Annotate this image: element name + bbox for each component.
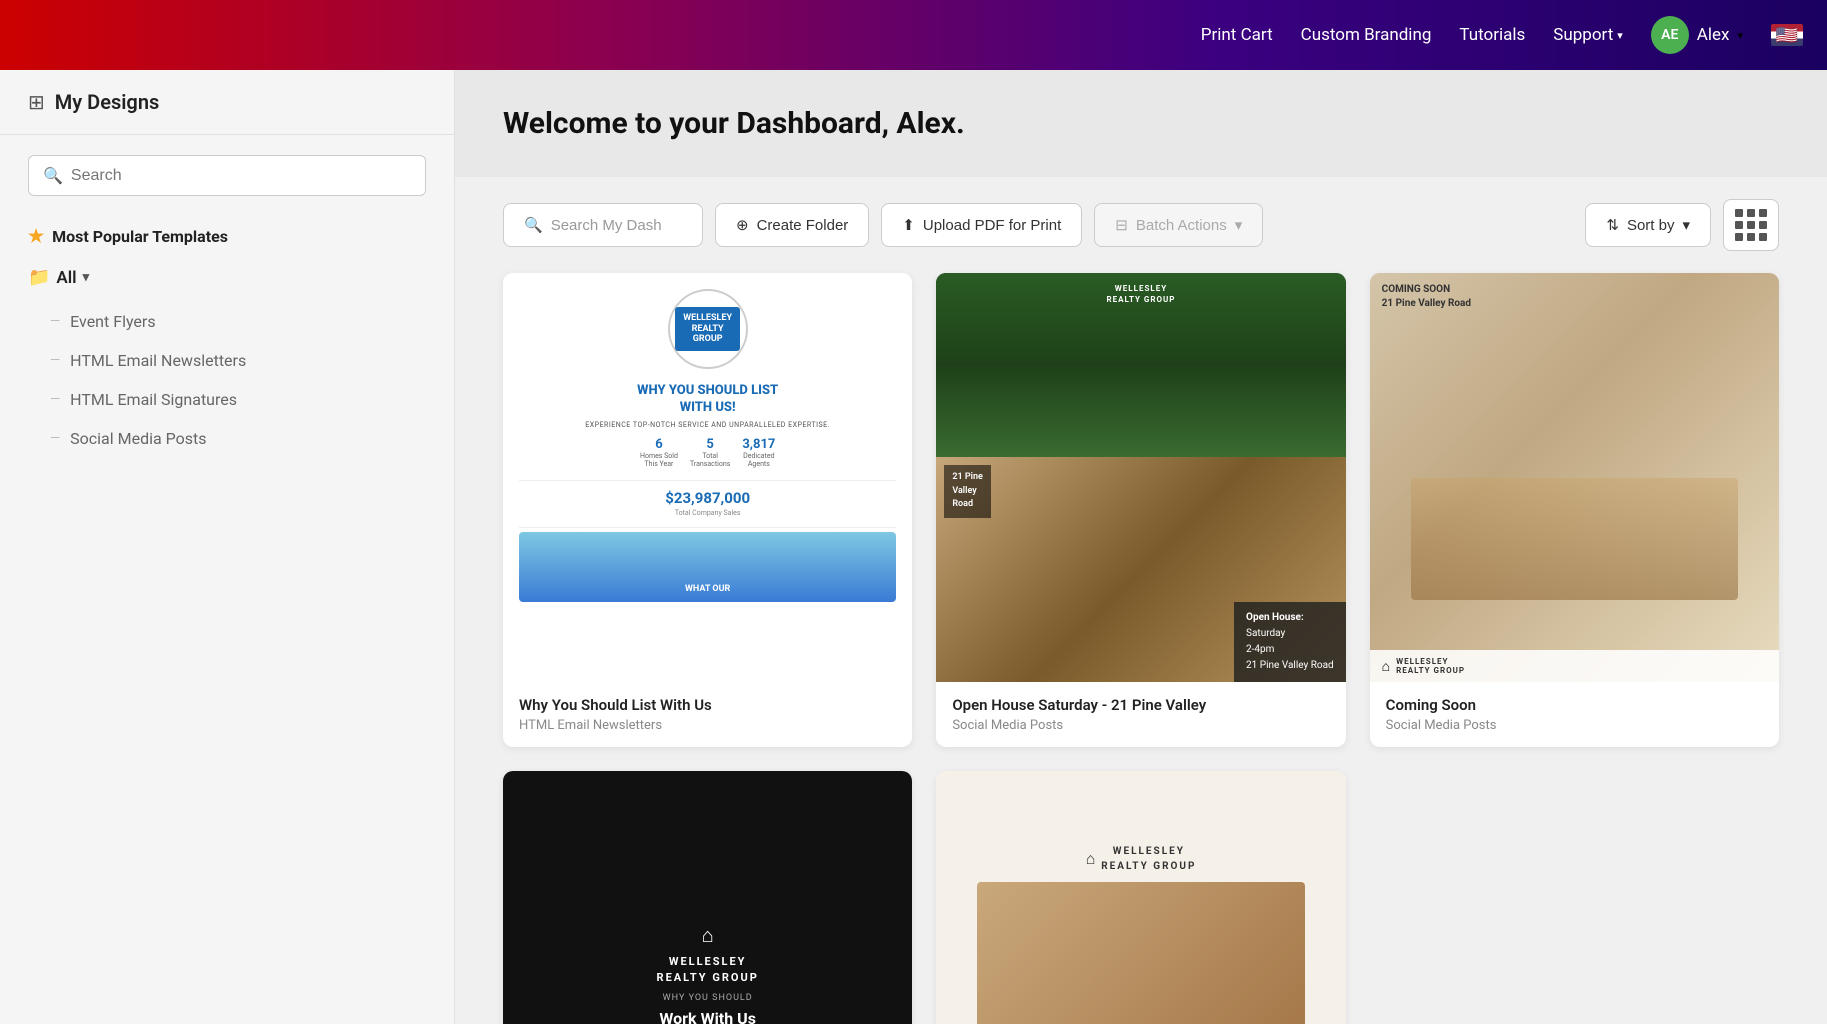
create-folder-icon: ⊕ <box>736 216 749 234</box>
html-email-signatures-label: HTML Email Signatures <box>70 390 237 409</box>
design-card-work-with-us[interactable]: ⌂ WELLESLEYREALTY GROUP WHY YOU SHOULD W… <box>503 771 912 1024</box>
all-label: All <box>56 268 76 288</box>
custom-branding-link[interactable]: Custom Branding <box>1301 25 1432 45</box>
search-box[interactable]: 🔍 <box>28 155 426 196</box>
folder-icon: 📁 <box>28 267 50 288</box>
design-card-email[interactable]: WELLESLEYREALTYGROUP WHY YOU SHOULD LIST… <box>503 273 912 747</box>
welcome-heading: Welcome to your Dashboard, Alex. <box>503 106 1779 141</box>
tutorials-link[interactable]: Tutorials <box>1459 25 1525 45</box>
social-media-posts-label: Social Media Posts <box>70 429 206 448</box>
grid-icon: ⊞ <box>28 90 45 114</box>
event-flyers-label: Event Flyers <box>70 312 155 331</box>
batch-icon: ⊟ <box>1115 216 1128 234</box>
design-thumb-open-house: WELLESLEYREALTY GROUP 21 PineValleyRoad … <box>936 273 1345 682</box>
main-layout: ⊞ My Designs 🔍 ★ Most Popular Templates … <box>0 70 1827 1024</box>
design-card-open-house[interactable]: WELLESLEYREALTY GROUP 21 PineValleyRoad … <box>936 273 1345 747</box>
language-flag-icon[interactable]: 🇺🇸 <box>1771 24 1803 46</box>
design-info-open-house: Open House Saturday - 21 Pine Valley Soc… <box>936 682 1345 747</box>
sidebar-item-social-media-posts[interactable]: Social Media Posts <box>50 419 454 458</box>
designs-grid: WELLESLEYREALTYGROUP WHY YOU SHOULD LIST… <box>455 273 1827 1024</box>
sidebar-item-event-flyers[interactable]: Event Flyers <box>50 302 454 341</box>
design-thumb-feature: ⌂ WELLESLEYREALTY GROUP <box>936 771 1345 1024</box>
sort-by-label: Sort by <box>1627 217 1675 234</box>
support-label: Support <box>1553 25 1613 45</box>
username-label: Alex <box>1697 25 1730 45</box>
user-chevron-icon: ▾ <box>1737 29 1743 42</box>
sidebar-search-area: 🔍 <box>0 135 454 216</box>
welcome-banner: Welcome to your Dashboard, Alex. <box>455 70 1827 177</box>
sidebar-title: My Designs <box>55 90 160 114</box>
search-my-dash-button[interactable]: 🔍 Search My Dash <box>503 203 703 247</box>
header-nav: Print Cart Custom Branding Tutorials Sup… <box>1201 16 1803 54</box>
batch-actions-button[interactable]: ⊟ Batch Actions ▾ <box>1094 203 1263 247</box>
user-menu[interactable]: AE Alex ▾ <box>1651 16 1743 54</box>
design-card-feature[interactable]: ⌂ WELLESLEYREALTY GROUP Wellesley Featur… <box>936 771 1345 1024</box>
batch-chevron-icon: ▾ <box>1235 216 1243 234</box>
design-title-email: Why You Should List With Us <box>519 696 896 714</box>
search-icon: 🔍 <box>43 166 63 185</box>
sort-by-button[interactable]: ⇅ Sort by ▾ <box>1585 203 1711 247</box>
design-info-email: Why You Should List With Us HTML Email N… <box>503 682 912 747</box>
search-my-dash-label: Search My Dash <box>551 217 662 234</box>
design-category-open-house: Social Media Posts <box>952 718 1329 733</box>
most-popular-label: Most Popular Templates <box>52 227 228 246</box>
search-input[interactable] <box>71 167 411 185</box>
design-category-coming-soon: Social Media Posts <box>1386 718 1763 733</box>
print-cart-link[interactable]: Print Cart <box>1201 25 1273 45</box>
main-content: Welcome to your Dashboard, Alex. 🔍 Searc… <box>455 70 1827 1024</box>
sidebar-item-html-email-newsletters[interactable]: HTML Email Newsletters <box>50 341 454 380</box>
upload-pdf-label: Upload PDF for Print <box>923 217 1061 234</box>
avatar: AE <box>1651 16 1689 54</box>
design-card-coming-soon[interactable]: COMING SOON21 Pine Valley Road ⌂ WELLESL… <box>1370 273 1779 747</box>
sidebar-header: ⊞ My Designs <box>0 70 454 135</box>
support-chevron-icon: ▾ <box>1617 29 1623 42</box>
create-folder-label: Create Folder <box>757 217 849 234</box>
design-thumb-work-with-us: ⌂ WELLESLEYREALTY GROUP WHY YOU SHOULD W… <box>503 771 912 1024</box>
star-icon: ★ <box>28 226 44 247</box>
design-title-open-house: Open House Saturday - 21 Pine Valley <box>952 696 1329 714</box>
design-thumb-email: WELLESLEYREALTYGROUP WHY YOU SHOULD LIST… <box>503 273 912 682</box>
create-folder-button[interactable]: ⊕ Create Folder <box>715 203 869 247</box>
batch-actions-label: Batch Actions <box>1136 217 1227 234</box>
upload-icon: ⬆ <box>902 216 915 234</box>
sidebar: ⊞ My Designs 🔍 ★ Most Popular Templates … <box>0 70 455 1024</box>
design-category-email: HTML Email Newsletters <box>519 718 896 733</box>
most-popular-templates[interactable]: ★ Most Popular Templates <box>0 216 454 257</box>
grid-view-icon <box>1734 208 1768 242</box>
grid-view-toggle[interactable] <box>1723 199 1779 251</box>
nav-items-list: Event Flyers HTML Email Newsletters HTML… <box>0 298 454 462</box>
sort-chevron-icon: ▾ <box>1682 216 1690 234</box>
design-thumb-coming-soon: COMING SOON21 Pine Valley Road ⌂ WELLESL… <box>1370 273 1779 682</box>
design-title-coming-soon: Coming Soon <box>1386 696 1763 714</box>
all-section[interactable]: 📁 All ▾ <box>0 257 454 298</box>
toolbar: 🔍 Search My Dash ⊕ Create Folder ⬆ Uploa… <box>455 177 1827 273</box>
upload-pdf-button[interactable]: ⬆ Upload PDF for Print <box>881 203 1082 247</box>
search-dash-icon: 🔍 <box>524 216 543 234</box>
design-info-coming-soon: Coming Soon Social Media Posts <box>1370 682 1779 747</box>
header: Print Cart Custom Branding Tutorials Sup… <box>0 0 1827 70</box>
all-chevron-icon: ▾ <box>83 270 90 285</box>
sort-icon: ⇅ <box>1606 216 1619 234</box>
html-email-newsletters-label: HTML Email Newsletters <box>70 351 246 370</box>
sidebar-item-html-email-signatures[interactable]: HTML Email Signatures <box>50 380 454 419</box>
support-dropdown[interactable]: Support ▾ <box>1553 25 1623 45</box>
